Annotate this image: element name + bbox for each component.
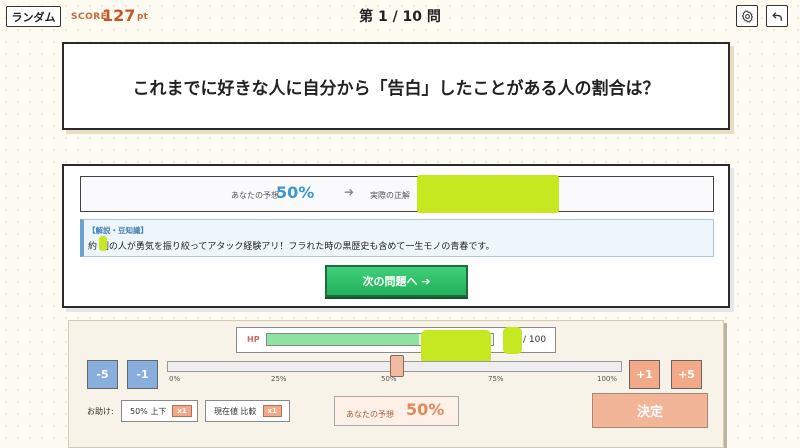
back-button[interactable] [766, 5, 788, 27]
help-compare-count: x1 [262, 405, 282, 417]
plus-5-button[interactable]: +5 [671, 360, 702, 389]
hp-bar-fill [267, 334, 419, 345]
undo-icon [771, 11, 782, 21]
hp-label: HP [247, 335, 260, 344]
slider-handle[interactable] [389, 355, 404, 377]
slider-tick: 50% [381, 375, 397, 383]
guess-label: あなたの予想 [231, 191, 279, 200]
help-label: お助け: [87, 407, 114, 416]
question-progress: 第 1 / 10 問 [359, 9, 441, 25]
help-compare-label: 現在値 比較 [214, 406, 257, 416]
question-text: これまでに好きな人に自分から「告白」したことがある人の割合は？ [62, 42, 730, 130]
arrow-icon: ➔ [344, 185, 355, 199]
help-range-count: x1 [172, 405, 192, 417]
guess-value: 50% [276, 183, 315, 202]
mode-random-button[interactable]: ランダム [6, 6, 61, 27]
help-compare-button[interactable]: 現在値 比較 x1 [205, 400, 290, 422]
score-unit: pt [137, 12, 148, 22]
help-range-button[interactable]: 50% 上下 x1 [121, 400, 198, 422]
submit-button[interactable]: 決定 [592, 393, 708, 428]
slider-tick: 75% [488, 375, 504, 383]
hp-max: / 100 [523, 335, 547, 345]
help-range-label: 50% 上下 [130, 406, 167, 416]
next-question-button[interactable]: 次の問題へ ➔ [325, 265, 468, 297]
slider-tick: 100% [597, 375, 618, 383]
settings-button[interactable] [736, 5, 758, 27]
explanation-title: 【解説・豆知識】 [88, 226, 148, 235]
your-guess-label: あなたの予想 [346, 410, 394, 419]
redacted-explanation-number [99, 236, 107, 251]
slider-tick: 0% [169, 375, 181, 383]
score-value: 127 [102, 6, 136, 25]
slider-tick: 25% [271, 375, 287, 383]
plus-1-button[interactable]: +1 [629, 360, 660, 389]
gear-icon [741, 9, 753, 23]
explanation-text: 約 割の人が勇気を振り絞ってアタック経験アリ！フラれた時の黒歴史も含めて一生モノ… [88, 242, 495, 252]
minus-1-button[interactable]: -1 [127, 360, 158, 389]
redacted-actual-answer [417, 175, 559, 213]
minus-5-button[interactable]: -5 [87, 360, 118, 389]
redacted-hp-number [503, 327, 522, 354]
actual-answer-label: 実際の正解 [370, 191, 410, 200]
your-guess-value: 50% [406, 400, 445, 419]
